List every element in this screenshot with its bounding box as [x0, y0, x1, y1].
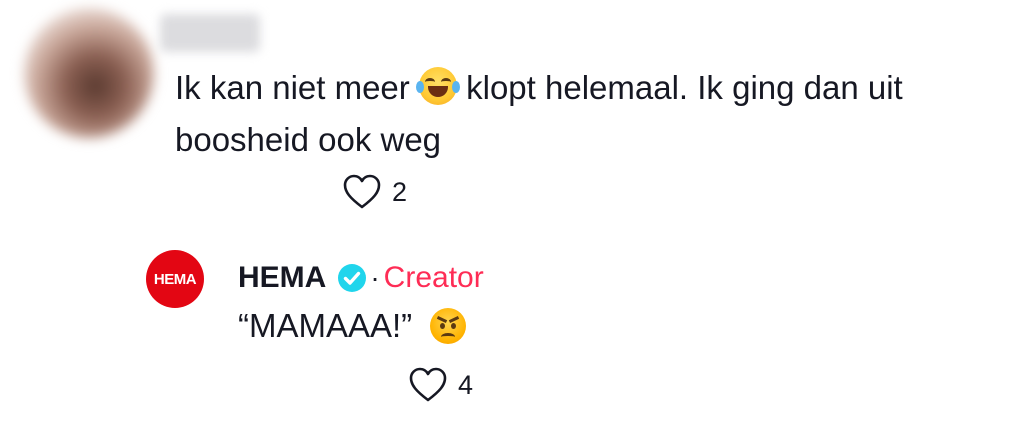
- heart-outline-icon[interactable]: [408, 366, 448, 404]
- creator-badge: Creator: [383, 261, 484, 294]
- comment-thread: Ik kan niet meer klopt helemaal. Ik ging…: [0, 0, 1024, 427]
- reply-like-button[interactable]: 4: [408, 366, 473, 404]
- reply-author-name[interactable]: HEMA: [238, 261, 326, 295]
- reply-like-count: 4: [458, 369, 474, 400]
- comment-like-button[interactable]: 2: [342, 173, 407, 211]
- comment-text: Ik kan niet meer klopt helemaal. Ik ging…: [175, 62, 1005, 166]
- commenter-username-redacted[interactable]: [160, 14, 260, 52]
- separator-dot: ·: [370, 262, 380, 293]
- laughing-emoji-icon: [415, 67, 460, 105]
- hema-logo-text: HEMA: [153, 270, 197, 288]
- verified-badge-icon: [338, 264, 367, 292]
- reply-text: “MAMAAA!”: [238, 303, 467, 349]
- reply-text-content: “MAMAAA!”: [238, 307, 413, 344]
- comment-like-count: 2: [392, 176, 408, 207]
- reply-header: HEMA · Creator: [238, 256, 484, 300]
- heart-outline-icon[interactable]: [342, 173, 382, 211]
- angry-emoji-icon: [430, 308, 467, 344]
- commenter-avatar[interactable]: [24, 8, 154, 138]
- hema-avatar[interactable]: HEMA: [146, 250, 204, 308]
- comment-text-part-1: Ik kan niet meer: [175, 69, 419, 106]
